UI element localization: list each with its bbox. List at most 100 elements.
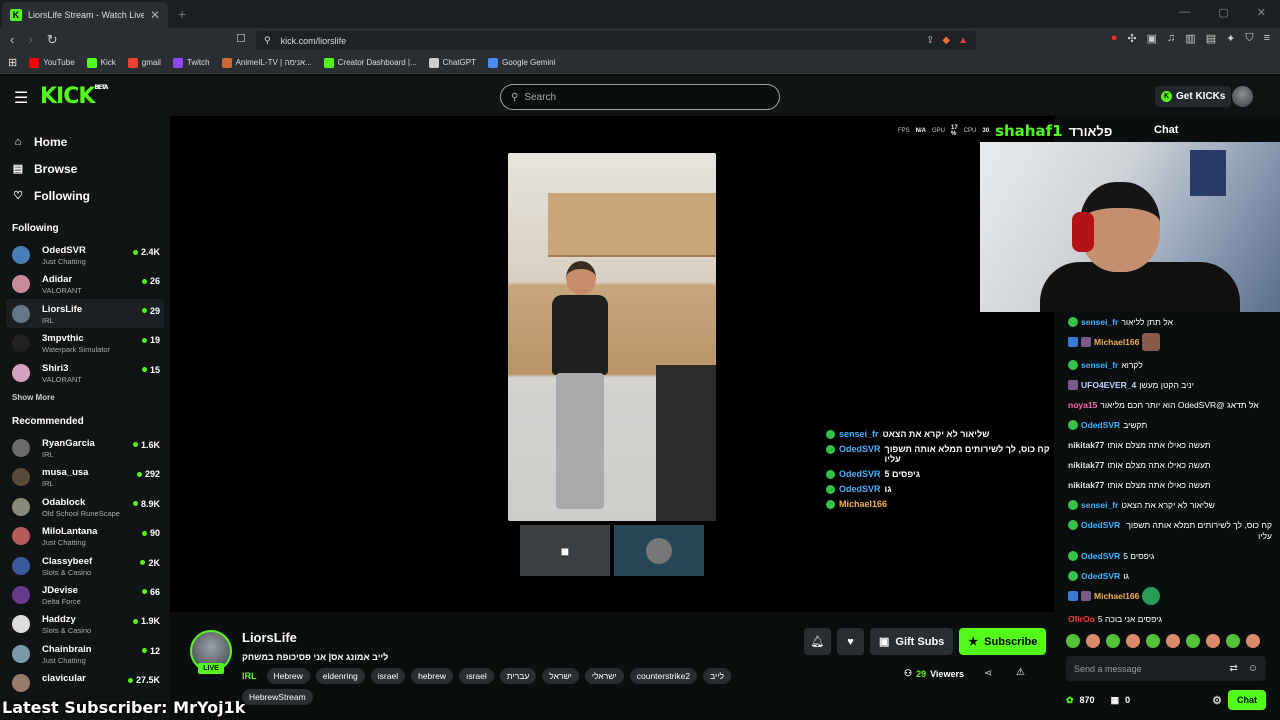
chat-username[interactable]: Michael166 [1094,337,1139,348]
sidebar-channel-chainbrain[interactable]: Chainbrain Just Chatting 12 [6,639,164,668]
chat-username[interactable]: sensei_fr [1081,360,1118,371]
notification-bell-icon[interactable]: 🔔︎ [804,628,831,655]
chat-username[interactable]: nikitak77 [1068,440,1104,451]
sidebar-nav-browse[interactable]: ▤ Browse [12,155,170,182]
minimize-icon[interactable]: — [1179,6,1190,19]
sidebar-channel-haddzy[interactable]: Haddzy Slots & Casino 1.9K [6,609,164,638]
sidebar-channel-clavicular[interactable]: clavicular 27.5K [6,668,164,697]
vpn-icon[interactable]: ⛉ [1245,32,1253,45]
stream-tag[interactable]: Hebrew [266,668,310,684]
streamer-name[interactable]: LiorsLife [242,630,297,645]
bookmark-item[interactable]: ChatGPT [428,57,476,68]
emote-icon[interactable] [1126,634,1140,648]
extension-icon[interactable]: ● [1111,32,1118,45]
stream-tag[interactable]: counterstrike2 [629,668,698,684]
sidebar-channel-3mpvthic[interactable]: 3mpvthic Waterpark Simulator 19 [6,328,164,357]
sidebar-icon[interactable]: ▥ [1185,32,1195,45]
report-icon[interactable]: ⚠ [1016,667,1025,678]
stream-tag[interactable]: HebrewStream [242,689,313,705]
stream-tag[interactable]: eldenring [315,668,365,684]
sidebar-channel-shiri3[interactable]: Shiri3 VALORANT 15 [6,358,164,387]
wallet-icon[interactable]: ▤ [1206,32,1216,45]
sidebar-channel-odedsvr[interactable]: OdedSVR Just Chatting 2.4K [6,240,164,269]
stream-tag[interactable]: ישראל [542,668,579,684]
close-window-icon[interactable]: ✕ [1257,6,1266,19]
chat-username[interactable]: UFO4EVER_4 [1081,380,1136,391]
url-field[interactable]: ⚲ kick.com/liorslife ⇪ ◆ ▲ [256,31,976,50]
browser-tab[interactable]: K LiorsLife Stream - Watch Live on ✕ [2,2,168,28]
sidebar-channel-classybeef[interactable]: Classybeef Slots & Casino 2K [6,551,164,580]
chat-username[interactable]: nikitak77 [1068,460,1104,471]
chat-send-button[interactable]: Chat [1228,690,1266,710]
emote-icon[interactable] [1066,634,1080,648]
chat-username[interactable]: OdedSVR [1081,551,1120,562]
back-icon[interactable]: ‹ [10,32,14,48]
stream-category[interactable]: IRL [242,671,257,681]
site-info-icon[interactable]: ⚲ [264,35,271,46]
bookmark-item[interactable]: Creator Dashboard |... [323,57,417,68]
chat-username[interactable]: sensei_fr [1081,317,1118,328]
share-stream-icon[interactable]: ⋖ [984,668,992,679]
sidebar-channel-musa_usa[interactable]: musa_usa IRL 292 [6,462,164,491]
chat-username[interactable]: OfirOo [1068,614,1095,625]
chat-message-input[interactable]: Send a message ⇄ ☺ [1066,656,1266,681]
stream-tag[interactable]: לייב [703,668,731,684]
chat-username[interactable]: sensei_fr [1081,500,1118,511]
emoji-icon[interactable]: ☺ [1248,663,1258,674]
search-input[interactable]: ⚲ Search [500,84,780,110]
video-player[interactable]: FPS N/A GPU 17 % CPU 30 shahaf1 פלאורד ■ se… [170,116,1112,612]
emote-icon[interactable] [1146,634,1160,648]
hamburger-menu-icon[interactable]: ☰ [14,88,28,108]
sidebar-nav-following[interactable]: ♡ Following [12,182,170,209]
sidebar-channel-odablock[interactable]: Odablock Old School RuneScape 8.9K [6,492,164,521]
emote-icon[interactable] [1206,634,1220,648]
stream-tag[interactable]: israel [370,668,406,684]
bookmark-item[interactable]: Twitch [172,57,210,68]
share-icon[interactable]: ⇪ [926,35,934,46]
stream-tag[interactable]: עברית [499,668,537,684]
translate-icon[interactable]: ⇄ [1229,663,1237,674]
get-kicks-button[interactable]: K Get KICKs [1155,86,1232,107]
chat-username[interactable]: nikitak77 [1068,480,1104,491]
settings-gear-icon[interactable]: ⚙ [1212,694,1222,707]
rewards-icon[interactable]: ▲ [958,35,968,46]
chat-username[interactable]: OdedSVR [1081,571,1120,582]
stream-tag[interactable]: ısrael [458,668,494,684]
music-icon[interactable]: ♫ [1167,32,1175,45]
bookmark-item[interactable]: YouTube [29,57,75,68]
chat-username[interactable]: OdedSVR [1081,420,1120,431]
puzzle-icon[interactable]: ✣ [1127,32,1136,45]
follow-heart-icon[interactable]: ♥ [837,628,864,655]
subscribe-button[interactable]: ★ Subscribe [959,628,1047,655]
emote-icon[interactable] [1186,634,1200,648]
forward-icon[interactable]: › [28,32,32,48]
sidebar-channel-jdevise[interactable]: JDevise Delta Force 66 [6,580,164,609]
sidebar-nav-home[interactable]: ⌂ Home [12,128,170,155]
chat-username[interactable]: Michael166 [1094,591,1139,602]
camera-thumbnail[interactable]: ■ [520,525,610,576]
sidebar-channel-liorslife[interactable]: LiorsLife IRL 29 [6,298,164,329]
sidebar-channel-ryangarcia[interactable]: RyanGarcia IRL 1.6K [6,433,164,462]
chat-username[interactable]: OdedSVR [1081,520,1120,531]
sidebar-channel-milolantana[interactable]: MiloLantana Just Chatting 90 [6,521,164,550]
emote-icon[interactable] [1246,634,1260,648]
apps-grid-icon[interactable]: ⊞ [8,56,17,69]
show-more-link[interactable]: Show More [0,393,170,402]
sidebar-channel-adidar[interactable]: Adidar VALORANT 26 [6,269,164,298]
reload-icon[interactable]: ↻ [47,32,58,48]
emote-icon[interactable] [1226,634,1240,648]
new-tab-icon[interactable]: + [178,6,186,22]
kick-logo[interactable]: KICKBETA [40,84,108,109]
maximize-icon[interactable]: ▢ [1218,6,1228,19]
chat-username[interactable]: noya15 [1068,400,1097,411]
camera-thumbnail[interactable] [614,525,704,576]
emote-icon[interactable] [1106,634,1120,648]
bookmark-item[interactable]: Kick [86,57,116,68]
bookmark-item[interactable]: AnimeIL-TV | אנימה... [221,57,312,68]
close-tab-icon[interactable]: ✕ [150,8,160,22]
brave-shield-icon[interactable]: ◆ [942,35,950,46]
bookmark-item[interactable]: gmail [127,57,161,68]
ai-icon[interactable]: ✦ [1226,32,1235,45]
gift-subs-button[interactable]: ▣ Gift Subs [870,628,954,655]
screenshot-icon[interactable]: ▣ [1147,32,1157,45]
